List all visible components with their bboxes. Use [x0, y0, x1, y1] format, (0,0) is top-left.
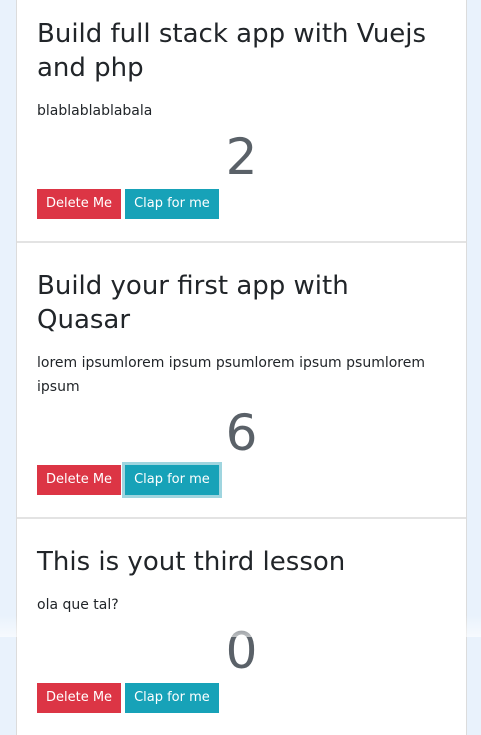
lesson-description: ola que tal? [37, 597, 119, 613]
lesson-description: lorem ipsumlorem ipsum psumlorem ipsum p… [37, 355, 425, 395]
clap-button[interactable]: Clap for me [125, 683, 219, 713]
lesson-title: Build full stack app with Vuejs and php [37, 19, 427, 83]
delete-button[interactable]: Delete Me [37, 189, 122, 219]
clap-button[interactable]: Clap for me [125, 465, 219, 495]
lesson-actions: Delete Me Clap for me [37, 683, 446, 713]
lesson-card: Build full stack app with Vuejs and php … [17, 0, 466, 243]
lesson-actions: Delete Me Clap for me [37, 189, 446, 219]
lesson-list: Build full stack app with Vuejs and php … [16, 0, 467, 735]
delete-button[interactable]: Delete Me [37, 683, 122, 713]
clap-button[interactable]: Clap for me [125, 189, 219, 219]
delete-button[interactable]: Delete Me [37, 465, 122, 495]
lesson-description: blablablablabala [37, 103, 153, 119]
lesson-card: This is yout third lesson ola que tal? 0… [17, 519, 466, 735]
clap-count: 6 [225, 404, 258, 462]
lesson-title: This is yout third lesson [37, 547, 346, 577]
lesson-actions: Delete Me Clap for me [37, 465, 446, 495]
clap-count: 0 [225, 622, 258, 680]
clap-count: 2 [225, 128, 258, 186]
lesson-card: Build your first app with Quasar lorem i… [17, 243, 466, 519]
lesson-title: Build your first app with Quasar [37, 271, 349, 335]
